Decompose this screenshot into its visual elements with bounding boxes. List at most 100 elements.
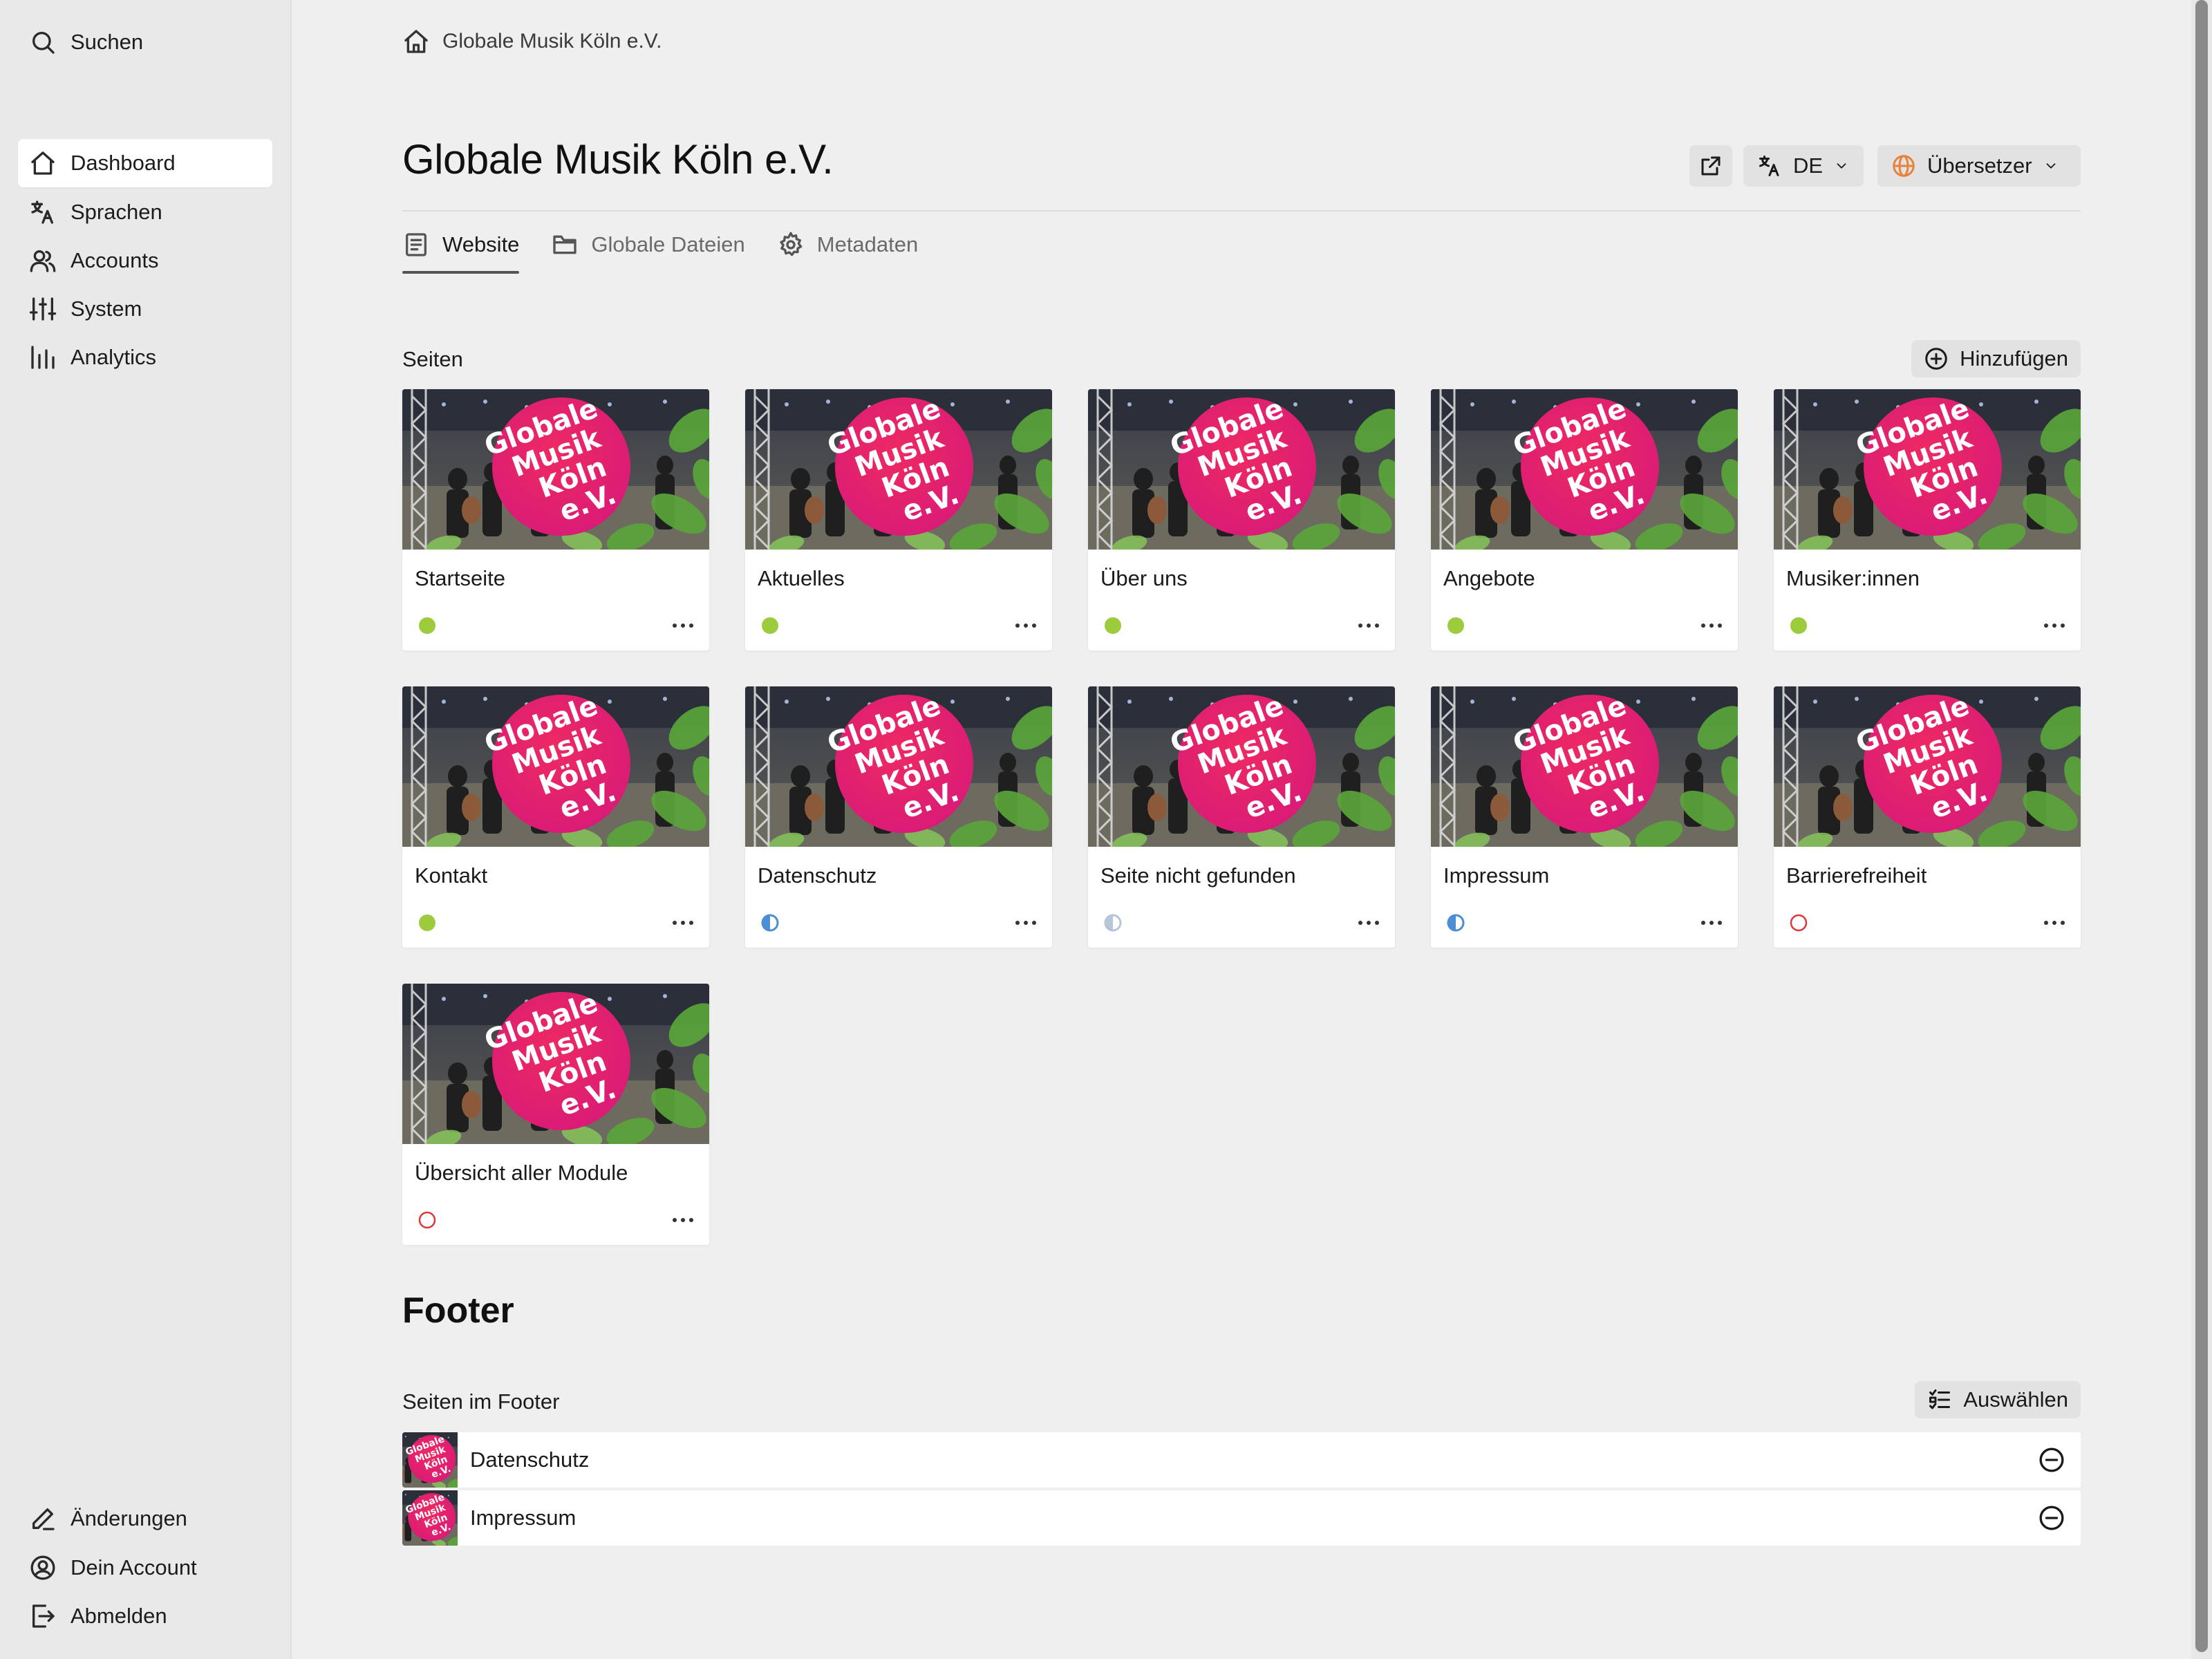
sliders-icon [29,297,57,321]
more-options-icon[interactable] [1012,909,1040,937]
breadcrumb-label[interactable]: Globale Musik Köln e.V. [442,30,662,53]
users-icon [30,250,56,272]
search-button[interactable]: Suchen [18,18,272,66]
search-label: Suchen [71,30,144,54]
sidebar-item-label: Accounts [71,248,159,272]
page-thumbnail: Globale Musik Köln e.V. [745,389,1052,550]
page-card[interactable]: Globale Musik Köln e.V. Aktuelles [745,389,1052,650]
page-thumbnail: Globale Musik Köln e.V. [1774,686,2081,847]
header-divider [402,210,2081,212]
sidebar: Suchen Dashboard Sprachen Accounts Syste… [0,0,292,1659]
page-thumbnail: Globale Musik Köln e.V. [1774,389,2081,550]
page-thumbnail: Globale Musik Köln e.V. [1088,389,1395,550]
more-options-icon[interactable] [2041,612,2068,639]
add-page-label: Hinzufügen [1960,346,2068,371]
more-options-icon[interactable] [669,1206,697,1234]
pages-section-label: Seiten [402,347,463,371]
sidebar-item-system[interactable]: System [18,285,272,333]
footer-page-thumbnail: Globale Musik Köln e.V. [402,1432,458,1488]
select-footer-label: Auswählen [1963,1387,2068,1412]
page-card-title: Musiker:innen [1786,566,1920,590]
more-options-icon[interactable] [1012,612,1040,639]
folder-icon [553,235,577,254]
sidebar-item-sprachen[interactable]: Sprachen [18,188,272,236]
page-card[interactable]: Globale Musik Köln e.V. Musiker:innen [1774,389,2081,650]
page-thumbnail: Globale Musik Köln e.V. [1088,686,1395,847]
select-footer-pages-button[interactable]: Auswählen [1915,1381,2081,1418]
footer-heading: Footer [402,1291,514,1331]
status-published-icon [1105,617,1121,634]
translate-icon [31,200,54,224]
sidebar-item-dashboard[interactable]: Dashboard [18,139,272,187]
page-card-title: Datenschutz [758,863,877,888]
sidebar-item-label: Dashboard [71,151,176,175]
globe-icon [1893,155,1915,177]
search-icon [32,32,55,54]
tab-globale-dateien[interactable]: Globale Dateien [551,224,745,265]
page-card[interactable]: Globale Musik Köln e.V. Startseite [402,389,709,650]
role-value: Übersetzer [1927,153,2032,178]
more-options-icon[interactable] [1698,612,1725,639]
page-card[interactable]: Globale Musik Köln e.V. Barrierefreiheit [1774,686,2081,948]
page-card-title: Seite nicht gefunden [1100,863,1296,888]
page-thumbnail-image: Globale Musik Köln e.V. [745,686,1052,847]
footer-page-row[interactable]: Globale Musik Köln e.V. Datenschutz [402,1432,2081,1488]
language-value: DE [1793,153,1824,178]
tab-metadaten[interactable]: Metadaten [777,224,919,265]
add-page-button[interactable]: Hinzufügen [1911,340,2081,377]
role-select[interactable]: Übersetzer [1877,145,2081,187]
more-options-icon[interactable] [1698,909,1725,937]
remove-circle-icon[interactable] [2038,1504,2065,1532]
page-thumbnail: Globale Musik Köln e.V. [745,686,1052,847]
page-card[interactable]: Globale Musik Köln e.V. Datenschutz [745,686,1052,948]
status-published-icon [1790,617,1807,634]
page-card-title: Aktuelles [758,566,845,590]
page-thumbnail: Globale Musik Köln e.V. [402,389,709,550]
sidebar-item-abmelden[interactable]: Abmelden [18,1592,272,1640]
tab-label: Metadaten [816,232,919,256]
chevron-down-icon [1837,163,1846,169]
page-card[interactable]: Globale Musik Köln e.V. Seite nicht gefu… [1088,686,1395,948]
logout-icon [32,1604,55,1628]
page-thumbnail: Globale Musik Köln e.V. [402,686,709,847]
more-options-icon[interactable] [669,909,697,937]
more-options-icon[interactable] [1355,909,1382,937]
sidebar-item-label: Abmelden [71,1604,167,1628]
page-thumbnail-image: Globale Musik Köln e.V. [402,984,709,1144]
translate-icon [1759,156,1779,176]
page-card[interactable]: Globale Musik Köln e.V. Übersicht aller … [402,984,709,1245]
status-published-icon [419,915,435,931]
remove-circle-icon[interactable] [2038,1446,2065,1474]
more-options-icon[interactable] [669,612,697,639]
footer-page-label: Impressum [470,1506,577,1530]
sidebar-item-dein-account[interactable]: Dein Account [18,1544,272,1592]
status-published-icon [762,617,778,634]
open-external-button[interactable] [1689,145,1732,187]
sidebar-item-accounts[interactable]: Accounts [18,236,272,285]
footer-pages-label: Seiten im Footer [402,1389,560,1414]
sidebar-item-analytics[interactable]: Analytics [18,333,272,382]
more-options-icon[interactable] [1355,612,1382,639]
gear-icon [780,232,803,256]
home-icon[interactable] [402,28,430,55]
pencil-icon [32,1508,55,1530]
more-options-icon[interactable] [2041,909,2068,937]
page-card[interactable]: Globale Musik Köln e.V. Über uns [1088,389,1395,650]
page-card[interactable]: Globale Musik Köln e.V. Angebote [1431,389,1738,650]
page-card[interactable]: Globale Musik Köln e.V. Kontakt [402,686,709,948]
scrollbar-thumb[interactable] [2195,0,2208,1652]
main-content: Globale Musik Köln e.V. Globale Musik Kö… [402,0,2081,1659]
language-select[interactable]: DE [1743,145,1864,187]
tab-website[interactable]: Website [402,224,520,274]
page-thumbnail-image: Globale Musik Köln e.V. [745,389,1052,550]
footer-page-row[interactable]: Globale Musik Köln e.V. Impressum [402,1490,2081,1546]
status-partial-icon [1447,914,1465,932]
chevron-down-icon [2046,163,2056,169]
page-thumbnail-image: Globale Musik Köln e.V. [1774,389,2081,550]
status-partial-icon [1104,914,1122,932]
scrollbar[interactable] [2191,0,2212,1659]
status-published-icon [1447,617,1464,634]
page-card[interactable]: Globale Musik Köln e.V. Impressum [1431,686,1738,948]
sidebar-item-aenderungen[interactable]: Änderungen [18,1494,272,1543]
page-card-title: Übersicht aller Module [415,1161,628,1185]
